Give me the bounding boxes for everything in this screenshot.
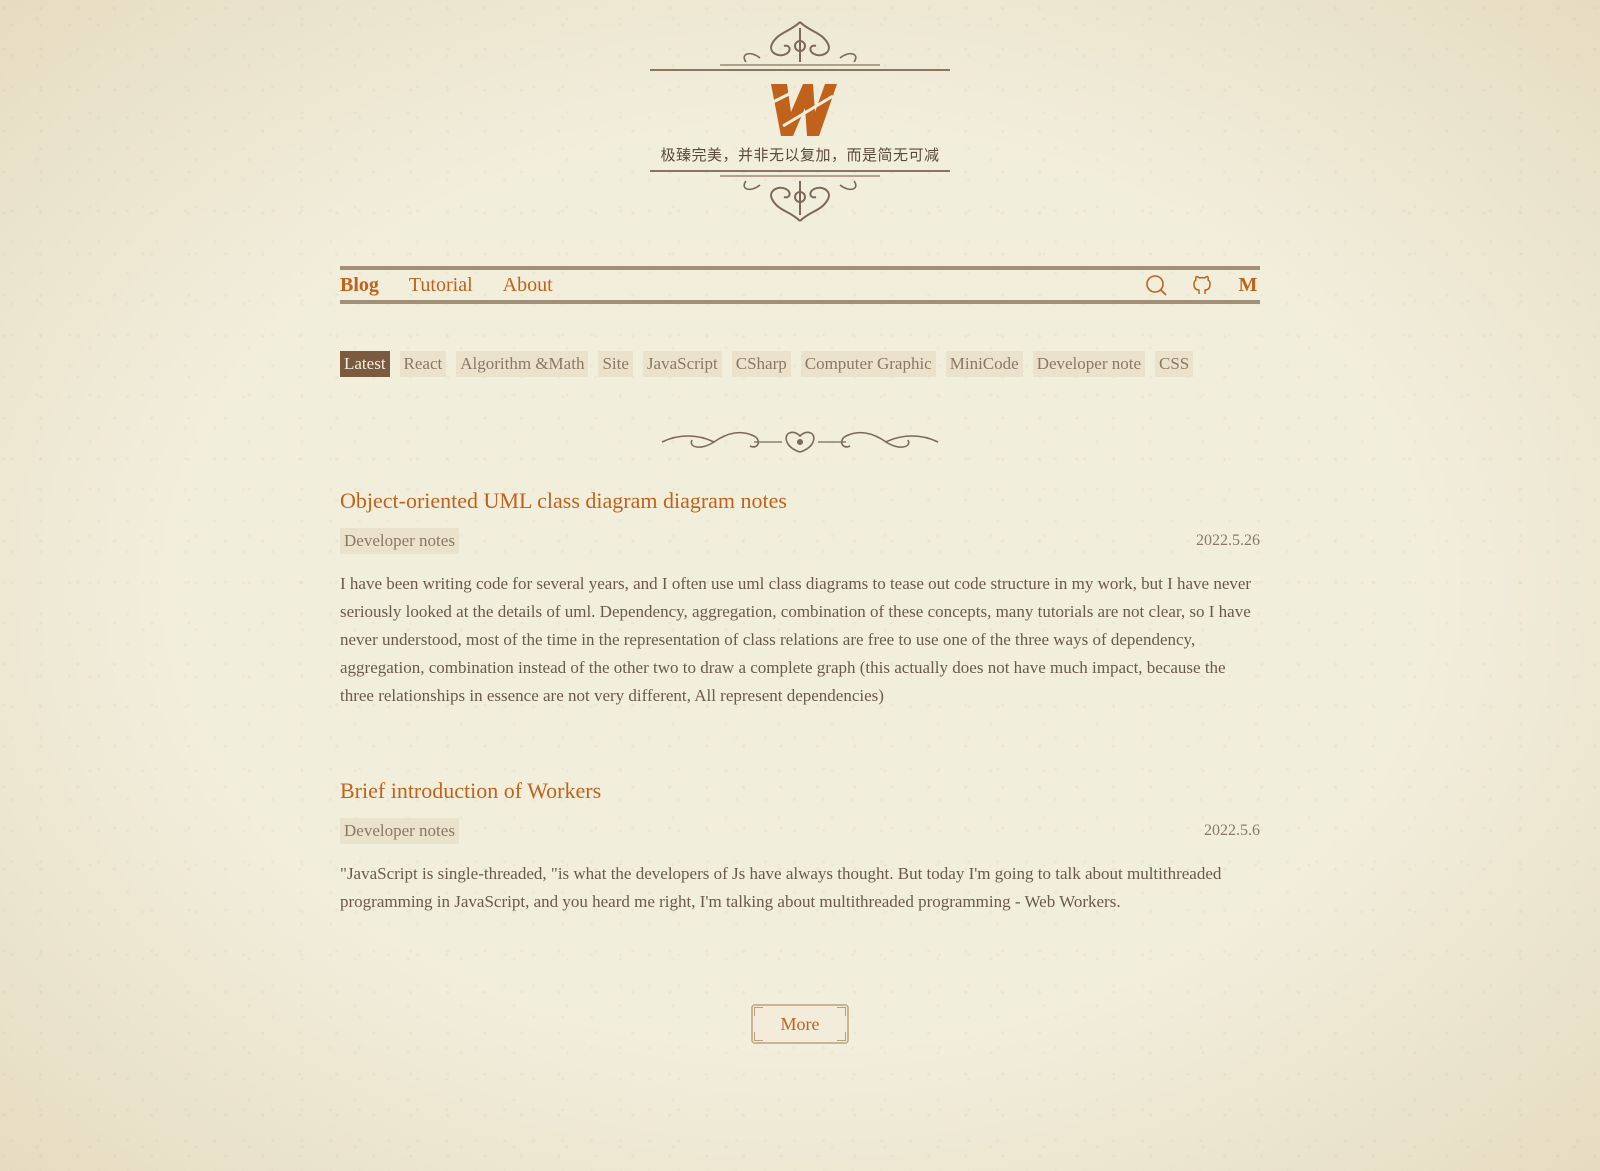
corner-ornament bbox=[837, 1032, 846, 1041]
post-tag[interactable]: Developer notes bbox=[340, 818, 459, 844]
more-button[interactable]: More bbox=[751, 1004, 849, 1044]
post-title[interactable]: Brief introduction of Workers bbox=[340, 776, 1260, 806]
nav-actions: M bbox=[1144, 273, 1260, 297]
category-minicode[interactable]: MiniCode bbox=[945, 351, 1023, 377]
category-tabs: Latest React Algorithm &Math Site JavaSc… bbox=[340, 351, 1280, 377]
category-developer-note[interactable]: Developer note bbox=[1032, 351, 1146, 377]
corner-ornament bbox=[837, 1007, 846, 1016]
post-title[interactable]: Object-oriented UML class diagram diagra… bbox=[340, 486, 1260, 516]
main-navbar: Blog Tutorial About M bbox=[340, 266, 1260, 304]
post-tag[interactable]: Developer notes bbox=[340, 528, 459, 554]
post-date: 2022.5.26 bbox=[1196, 532, 1260, 549]
post-item: Object-oriented UML class diagram diagra… bbox=[340, 486, 1260, 710]
category-javascript[interactable]: JavaScript bbox=[642, 351, 722, 377]
category-computer-graphic[interactable]: Computer Graphic bbox=[800, 351, 936, 377]
w-logo-icon bbox=[764, 84, 837, 136]
nav-tutorial[interactable]: Tutorial bbox=[409, 270, 473, 300]
more-button-label: More bbox=[780, 1013, 820, 1034]
post-meta: Developer notes 2022.5.6 bbox=[340, 818, 1260, 844]
post-item: Brief introduction of Workers Developer … bbox=[340, 776, 1260, 916]
category-react[interactable]: React bbox=[399, 351, 447, 377]
category-site[interactable]: Site bbox=[598, 351, 633, 377]
divider-flourish-icon bbox=[661, 431, 939, 453]
github-icon[interactable] bbox=[1190, 273, 1214, 297]
post-meta: Developer notes 2022.5.26 bbox=[340, 528, 1260, 554]
search-icon[interactable] bbox=[1144, 273, 1168, 297]
post-excerpt: "JavaScript is single-threaded, "is what… bbox=[340, 864, 1222, 911]
site-motto: 极臻完美，并非无以复加，而是简无可减 bbox=[660, 146, 940, 164]
category-latest[interactable]: Latest bbox=[340, 351, 390, 377]
flourish-top-icon bbox=[650, 21, 950, 71]
flourish-bottom-icon bbox=[650, 170, 950, 222]
category-algorithm-math[interactable]: Algorithm &Math bbox=[456, 351, 589, 377]
nav-blog[interactable]: Blog bbox=[340, 270, 379, 300]
post-date: 2022.5.6 bbox=[1204, 822, 1260, 839]
category-csharp[interactable]: CSharp bbox=[731, 351, 791, 377]
corner-ornament bbox=[754, 1007, 763, 1016]
corner-ornament bbox=[754, 1032, 763, 1041]
masthead: 极臻完美，并非无以复加，而是简无可减 bbox=[650, 18, 950, 225]
category-css[interactable]: CSS bbox=[1155, 351, 1194, 377]
medium-link[interactable]: M bbox=[1236, 273, 1260, 297]
nav-about[interactable]: About bbox=[503, 270, 553, 300]
post-excerpt: I have been writing code for several yea… bbox=[340, 574, 1252, 705]
